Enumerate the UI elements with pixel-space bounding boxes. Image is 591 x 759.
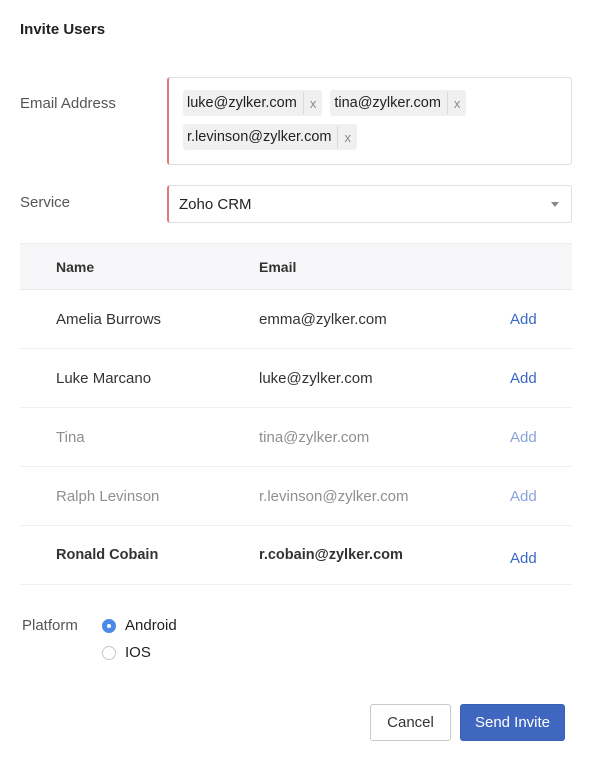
row-email: r.levinson@zylker.com <box>259 487 409 505</box>
chevron-down-icon <box>551 202 559 207</box>
radio-unchecked-icon[interactable] <box>102 645 116 660</box>
row-email: r.cobain@zylker.com <box>259 547 403 563</box>
email-address-label: Email Address <box>20 95 116 112</box>
add-user-button[interactable]: Add <box>510 311 537 328</box>
email-address-input[interactable]: luke@zylker.com x tina@zylker.com x r.le… <box>167 77 572 165</box>
row-email: tina@zylker.com <box>259 428 370 446</box>
table-row: Ronald Cobain r.cobain@zylker.com Add <box>20 526 572 585</box>
send-invite-button[interactable]: Send Invite <box>460 704 565 741</box>
row-name: Tina <box>56 428 85 446</box>
table-row: Amelia Burrows emma@zylker.com Add <box>20 290 572 349</box>
service-select-value: Zoho CRM <box>179 195 252 213</box>
remove-chip-icon[interactable]: x <box>337 126 357 148</box>
remove-chip-icon[interactable]: x <box>446 92 467 114</box>
platform-option-label: Android <box>125 617 177 634</box>
row-name: Luke Marcano <box>56 369 152 387</box>
email-chip-text: r.levinson@zylker.com <box>187 129 332 145</box>
platform-option-ios[interactable]: IOS <box>102 644 151 661</box>
row-name: Ronald Cobain <box>56 547 159 563</box>
row-name: Amelia Burrows <box>56 310 162 328</box>
dialog-title: Invite Users <box>20 21 106 38</box>
add-user-button[interactable]: Add <box>510 429 537 446</box>
table-row: Luke Marcano luke@zylker.com Add <box>20 349 572 408</box>
table-row: Ralph Levinson r.levinson@zylker.com Add <box>20 467 572 526</box>
email-chip-text: luke@zylker.com <box>187 95 297 111</box>
platform-option-android[interactable]: Android <box>102 617 177 634</box>
email-chip: tina@zylker.com x <box>330 90 467 116</box>
platform-option-label: IOS <box>125 644 151 661</box>
column-header-name: Name <box>56 258 95 275</box>
email-chip: r.levinson@zylker.com x <box>183 124 357 150</box>
table-row: Tina tina@zylker.com Add <box>20 408 572 467</box>
row-name: Ralph Levinson <box>56 487 160 505</box>
email-chip-text: tina@zylker.com <box>334 95 441 111</box>
table-header: Name Email <box>20 243 572 290</box>
row-email: emma@zylker.com <box>259 310 387 328</box>
column-header-email: Email <box>259 258 297 275</box>
add-user-button[interactable]: Add <box>510 488 537 505</box>
remove-chip-icon[interactable]: x <box>302 92 323 114</box>
cancel-button[interactable]: Cancel <box>370 704 451 741</box>
add-user-button[interactable]: Add <box>510 544 537 567</box>
add-user-button[interactable]: Add <box>510 370 537 387</box>
radio-checked-icon[interactable] <box>102 618 116 633</box>
row-email: luke@zylker.com <box>259 369 373 387</box>
email-chip: luke@zylker.com x <box>183 90 323 116</box>
service-label: Service <box>20 194 71 211</box>
service-select[interactable]: Zoho CRM <box>167 185 572 223</box>
users-table: Name Email Amelia Burrows emma@zylker.co… <box>20 243 572 585</box>
platform-label: Platform <box>22 617 78 634</box>
